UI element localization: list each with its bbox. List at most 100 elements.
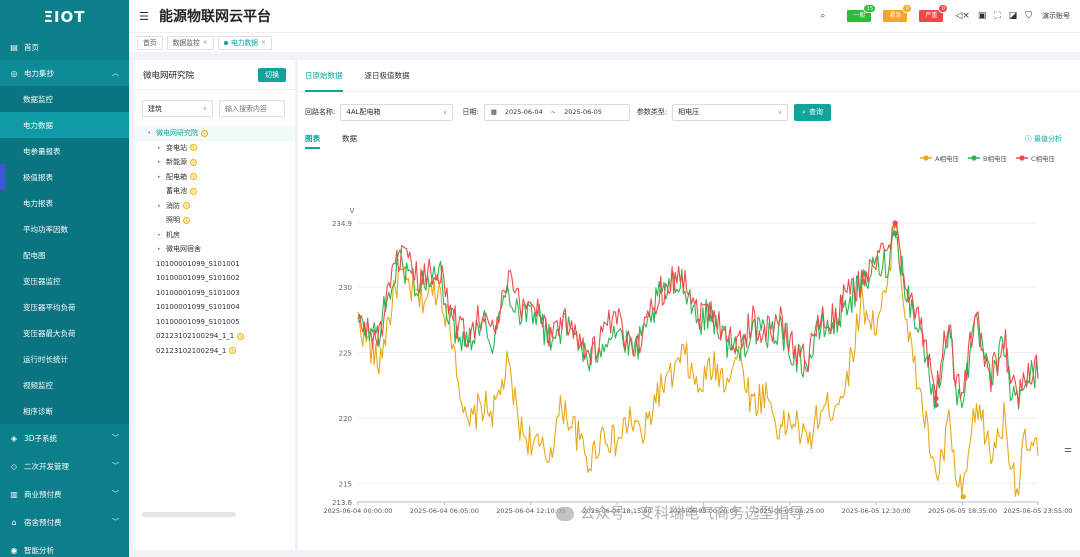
alarm-label: 紧急 <box>889 12 902 19</box>
sidebar-item-data-monitor[interactable]: 数据监控 <box>0 86 129 112</box>
tree-node-label: 蓄电池 <box>166 187 187 196</box>
sidebar-item-label: 相序诊断 <box>23 406 53 416</box>
sidebar-item-extreme-report[interactable]: 极值报表 <box>0 164 129 190</box>
tab-home[interactable]: 首页 <box>137 35 163 50</box>
screen-icon[interactable]: ▣ <box>978 11 987 21</box>
tree-node[interactable]: ▸ 配电箱 ϟ <box>134 170 295 185</box>
sidebar-item-transformer-monitor[interactable]: 变压器监控 <box>0 268 129 294</box>
switch-button[interactable]: 切换 <box>258 67 286 82</box>
search-icon[interactable]: ⌕ <box>820 11 825 21</box>
sidebar-group-power-collection[interactable]: ◎ 电力集抄 ︿ <box>0 60 129 86</box>
fullscreen-icon[interactable]: ⛶ <box>994 11 1000 21</box>
tab-data-monitor[interactable]: 数据监控 × <box>166 35 214 50</box>
sidebar-item-dev-manage[interactable]: ◇ 二次开发管理 ﹀ <box>0 452 129 480</box>
sidebar-item-param-report[interactable]: 电参量报表 <box>0 138 129 164</box>
horizontal-scrollbar[interactable] <box>142 512 236 517</box>
date-end[interactable]: 2025-06-05 <box>564 108 602 116</box>
chart-settings-icon[interactable]: ⚌ <box>1064 445 1072 455</box>
tree-node[interactable]: 02123102100294_1 ϟ <box>134 344 295 359</box>
sidebar-item-phase-diagnosis[interactable]: 相序诊断 <box>0 398 129 424</box>
alarm-urgent-badge[interactable]: 紧急 0 <box>883 4 913 22</box>
peak-analysis-link[interactable]: ⓘ 最值分析 <box>1025 127 1062 151</box>
alarm-severe-badge[interactable]: 严重 0 <box>919 4 949 22</box>
expand-arrow-icon[interactable]: ▾ <box>148 130 156 136</box>
y-tick-label: 230 <box>339 284 352 292</box>
tab-data[interactable]: 数据 <box>342 127 357 151</box>
chevron-down-icon: ∨ <box>777 108 783 116</box>
date-start[interactable]: 2025-06-04 <box>505 108 543 116</box>
close-icon[interactable]: × <box>261 37 266 49</box>
tab-chart[interactable]: 图表 <box>305 127 320 151</box>
tree-node-label: 照明 <box>166 216 180 225</box>
tree-node[interactable]: ▸ 消防 ϟ <box>134 199 295 214</box>
sidebar-item-transformer-max-load[interactable]: 变压器最大负荷 <box>0 320 129 346</box>
chevron-down-icon: ﹀ <box>112 434 119 442</box>
y-axis-label: V <box>350 207 355 215</box>
tree-node[interactable]: 10100001099_S101004 <box>134 300 295 315</box>
page-tabs: 首页 数据监控 × 电力数据 × <box>129 32 1080 52</box>
loop-label: 回路名称: <box>305 108 336 116</box>
tree-search-input[interactable] <box>219 100 285 117</box>
expand-arrow-icon[interactable]: ▸ <box>158 203 166 209</box>
tree-node[interactable]: 10100001099_S101001 <box>134 257 295 272</box>
sidebar-item-label: 极值报表 <box>23 172 53 182</box>
tree-node[interactable]: 10100001099_S101003 <box>134 286 295 301</box>
sidebar-item-avg-power-factor[interactable]: 平均功率因数 <box>0 216 129 242</box>
tree-node[interactable]: 10100001099_S101002 <box>134 271 295 286</box>
tree-node[interactable]: 照明 ϟ <box>134 213 295 228</box>
sidebar-item-smart-analysis[interactable]: ◉ 智能分析 <box>0 536 129 557</box>
param-type-label: 参数类型: <box>636 108 668 116</box>
mute-icon[interactable]: ◁× <box>955 11 969 21</box>
alarm-label: 严重 <box>925 12 938 19</box>
sidebar-item-power-data[interactable]: 电力数据 <box>0 112 129 138</box>
expand-arrow-icon[interactable]: ▸ <box>158 246 166 252</box>
sidebar-item-transformer-avg-load[interactable]: 变压器平均负荷 <box>0 294 129 320</box>
sidebar-item-power-report[interactable]: 电力报表 <box>0 190 129 216</box>
loop-select[interactable]: 4AL配电箱 ∨ <box>340 103 454 121</box>
sidebar: ΞIOT ▤ 首页 ◎ 电力集抄 ︿ 数据监控 电力数据 电参量报表 极值报表 … <box>0 0 129 557</box>
menu-toggle-icon[interactable]: ☰ <box>139 10 150 23</box>
expand-arrow-icon[interactable]: ▸ <box>158 145 166 151</box>
tab-label: 数据监控 <box>172 38 200 47</box>
building-select[interactable]: 建筑 ∨ <box>142 100 213 117</box>
search-button[interactable]: ⌕ 查询 <box>794 103 831 121</box>
close-icon[interactable]: × <box>203 37 208 49</box>
tree-node-label: 10100001099_S101004 <box>156 303 240 312</box>
account-name[interactable]: 演示账号 <box>1042 11 1070 21</box>
sidebar-item-runtime-stats[interactable]: 运行时长统计 <box>0 346 129 372</box>
sidebar-item-distribution-diagram[interactable]: 配电图 <box>0 242 129 268</box>
shirt-icon[interactable]: ⛉ <box>1025 11 1032 21</box>
date-range-picker[interactable]: ▦ 2025-06-04 ~ 2025-06-05 <box>483 103 630 121</box>
watermark: 公众号 · 安科瑞电气商务选型指导 <box>556 502 804 523</box>
tree-node[interactable]: ▸ 机房 <box>134 228 295 243</box>
x-tick-label: 2025-06-04 12:10:00 <box>496 507 565 515</box>
expand-arrow-icon[interactable]: ▸ <box>158 174 166 180</box>
expand-arrow-icon[interactable]: ▸ <box>158 232 166 238</box>
y-tick-label: 234.9 <box>332 220 352 228</box>
sidebar-item-3d[interactable]: ◈ 3D子系统 ﹀ <box>0 424 129 452</box>
tree-node[interactable]: 02123102100294_1_1 ϟ <box>134 329 295 344</box>
sidebar-item-label: 变压器最大负荷 <box>23 328 76 338</box>
sidebar-item-video-monitor[interactable]: 视频监控 <box>0 372 129 398</box>
tree-node[interactable]: ▾ 微电网研究院 ϟ <box>134 126 295 141</box>
select-value: 相电压 <box>678 108 700 116</box>
tree-node[interactable]: ▸ 新能源 ϟ <box>134 155 295 170</box>
tree-node[interactable]: 10100001099_S101005 <box>134 315 295 330</box>
expand-arrow-icon[interactable]: ▸ <box>158 159 166 165</box>
tree-node[interactable]: ▸ 微电网宿舍 <box>134 242 295 257</box>
tab-daily-extreme-data[interactable]: 逐日极值数据 <box>365 60 410 92</box>
y-tick-label: 220 <box>339 415 352 423</box>
tab-power-data[interactable]: 电力数据 × <box>217 35 273 50</box>
tree-node[interactable]: ▸ 变电站 ϟ <box>134 141 295 156</box>
sidebar-item-dorm-prepaid[interactable]: ⌂ 宿舍预付费 ﹀ <box>0 508 129 536</box>
param-type-select[interactable]: 相电压 ∨ <box>672 103 789 121</box>
alarm-count: 0 <box>938 4 949 13</box>
language-icon[interactable]: ◪ <box>1009 11 1018 21</box>
sidebar-item-home[interactable]: ▤ 首页 <box>0 34 129 60</box>
search-icon: ⌕ <box>802 107 806 116</box>
alarm-normal-badge[interactable]: 一般 15 <box>847 4 877 22</box>
sidebar-item-commercial-prepaid[interactable]: ▥ 商业预付费 ﹀ <box>0 480 129 508</box>
tree-node[interactable]: 蓄电池 ϟ <box>134 184 295 199</box>
date-label: 日期: <box>462 108 479 116</box>
tab-daily-raw-data[interactable]: 日原始数据 <box>305 60 343 92</box>
